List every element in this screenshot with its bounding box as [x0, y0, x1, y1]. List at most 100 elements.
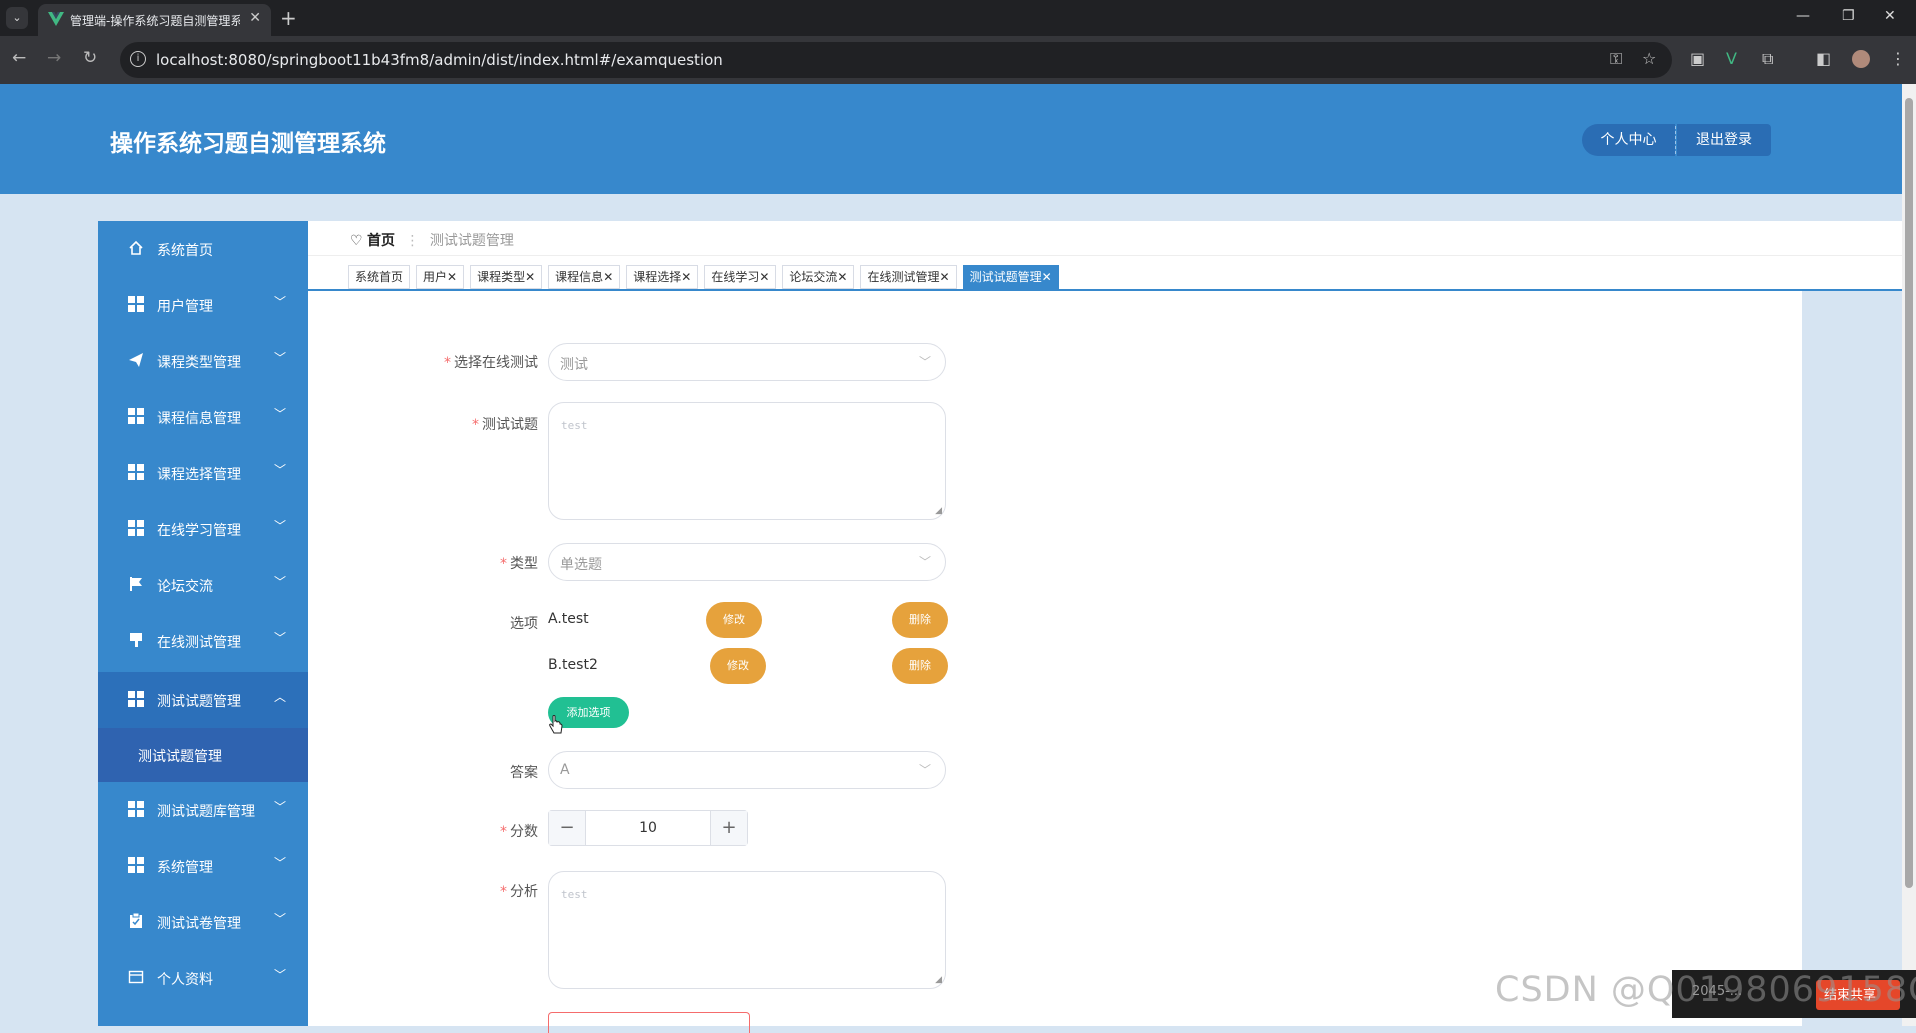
sidebar-item-forum[interactable]: 论坛交流 ﹀ — [98, 557, 308, 613]
tag-forum[interactable]: 论坛交流✕ — [782, 265, 855, 289]
tag-course-selection[interactable]: 课程选择✕ — [626, 265, 699, 289]
question-label: * 测试试题 — [472, 417, 538, 433]
sidebar-subitem-exam-questions[interactable]: 测试试题管理 — [98, 728, 308, 782]
tab-search-button[interactable]: ⌄ — [6, 7, 28, 29]
sidebar-item-users[interactable]: 用户管理 ﹀ — [98, 277, 308, 333]
tag-course-info[interactable]: 课程信息✕ — [548, 265, 621, 289]
tag-close-icon[interactable]: ✕ — [759, 270, 769, 284]
grid-icon — [128, 520, 144, 536]
sidebar-item-online-test[interactable]: 在线测试管理 ﹀ — [98, 613, 308, 669]
chevron-down-icon: ﹀ — [918, 763, 931, 777]
sidebar-item-course-selection[interactable]: 课程选择管理 ﹀ — [98, 445, 308, 501]
tag-home[interactable]: 系统首页 — [348, 265, 411, 289]
forward-icon[interactable]: → — [47, 48, 61, 68]
logout-button[interactable]: 退出登录 — [1677, 124, 1771, 156]
personal-center-button[interactable]: 个人中心 — [1582, 124, 1675, 156]
tag-online-test[interactable]: 在线测试管理✕ — [860, 265, 957, 289]
tag-close-icon[interactable]: ✕ — [1042, 270, 1052, 284]
tag-close-icon[interactable]: ✕ — [447, 270, 457, 284]
tag-label: 测试试题管理 — [969, 270, 1042, 284]
tag-exam-questions[interactable]: 测试试题管理✕ — [962, 265, 1059, 289]
answer-select[interactable]: A ﹀ — [548, 751, 946, 789]
side-panel-icon[interactable]: ◧ — [1816, 49, 1831, 68]
chevron-down-icon: ﹀ — [274, 800, 287, 814]
tag-label: 在线学习 — [711, 270, 760, 284]
url-text: localhost:8080/springboot11b43fm8/admin/… — [156, 51, 723, 69]
chevron-down-icon: ﹀ — [274, 856, 287, 870]
exam-select[interactable]: 测试 ﹀ — [548, 343, 946, 381]
puzzle-icon[interactable]: ⧉ — [1762, 49, 1773, 69]
menu-dots-icon[interactable]: ⋮ — [1890, 49, 1906, 68]
sidebar-item-system[interactable]: 系统管理 ﹀ — [98, 838, 308, 894]
tag-online-learning[interactable]: 在线学习✕ — [704, 265, 777, 289]
tag-users[interactable]: 用户✕ — [416, 265, 465, 289]
answer-label: 答案 — [510, 765, 538, 781]
type-select[interactable]: 单选题 ﹀ — [548, 543, 946, 581]
vue-devtools-icon[interactable]: V — [1726, 49, 1737, 68]
new-tab-icon[interactable]: + — [280, 6, 297, 30]
back-icon[interactable]: ← — [12, 48, 26, 68]
question-textarea[interactable]: test ◢ — [548, 402, 946, 520]
sidebar-item-profile[interactable]: 个人资料 ﹀ — [98, 950, 308, 1006]
paper-plane-icon — [129, 353, 143, 367]
profile-avatar[interactable] — [1852, 50, 1870, 68]
increment-button[interactable]: + — [710, 811, 747, 845]
restore-icon[interactable]: ❐ — [1842, 8, 1855, 24]
sidebar-item-label: 课程信息管理 — [157, 411, 241, 427]
scrollbar-thumb[interactable] — [1905, 98, 1913, 888]
chevron-down-icon: ﹀ — [274, 463, 287, 477]
sidebar-item-exam-questions[interactable]: 测试试题管理 ︿ — [98, 672, 308, 728]
sidebar-item-label: 在线测试管理 — [157, 635, 241, 651]
option-delete-button[interactable]: 删除 — [892, 648, 948, 684]
sidebar-item-label: 系统首页 — [157, 243, 213, 259]
grid-icon — [128, 464, 144, 480]
tags-underline — [308, 289, 1902, 291]
sidebar-item-exam-papers[interactable]: 测试试卷管理 ﹀ — [98, 894, 308, 950]
tag-close-icon[interactable]: ✕ — [940, 270, 950, 284]
tab-close-icon[interactable]: ✕ — [249, 10, 261, 26]
tag-close-icon[interactable]: ✕ — [603, 270, 613, 284]
next-field-partial[interactable] — [548, 1012, 750, 1033]
score-value[interactable]: 10 — [585, 820, 711, 836]
site-info-icon[interactable]: i — [130, 51, 146, 67]
analysis-text: test — [561, 888, 588, 901]
tags-view: 系统首页 用户✕ 课程类型✕ 课程信息✕ 课程选择✕ 在线学习✕ 论坛交流✕ 在… — [348, 265, 1065, 289]
sidebar-item-course-types[interactable]: 课程类型管理 ﹀ — [98, 333, 308, 389]
home-icon — [129, 240, 143, 255]
option-edit-button[interactable]: 修改 — [710, 648, 766, 684]
option-delete-button[interactable]: 删除 — [892, 602, 948, 638]
extension-icon[interactable]: ▣ — [1690, 49, 1705, 68]
tag-label: 课程类型 — [477, 270, 526, 284]
tag-close-icon[interactable]: ✕ — [681, 270, 691, 284]
tag-close-icon[interactable]: ✕ — [525, 270, 535, 284]
type-label: * 类型 — [500, 556, 538, 572]
tag-label: 论坛交流 — [789, 270, 838, 284]
decrement-button[interactable]: − — [549, 811, 586, 845]
minimize-icon[interactable]: — — [1796, 8, 1810, 24]
tag-close-icon[interactable]: ✕ — [837, 270, 847, 284]
grid-icon — [128, 408, 144, 424]
reload-icon[interactable]: ↻ — [83, 48, 97, 68]
bookmark-star-icon[interactable]: ☆ — [1642, 49, 1656, 68]
exam-label: * 选择在线测试 — [444, 355, 538, 371]
resize-grip-icon[interactable]: ◢ — [935, 975, 942, 985]
grid-icon — [128, 857, 144, 873]
option-edit-button[interactable]: 修改 — [706, 602, 762, 638]
sidebar-item-course-info[interactable]: 课程信息管理 ﹀ — [98, 389, 308, 445]
sidebar-item-online-learning[interactable]: 在线学习管理 ﹀ — [98, 501, 308, 557]
window-close-icon[interactable]: ✕ — [1884, 8, 1896, 24]
breadcrumb-separator: ⋮ — [405, 233, 420, 249]
sidebar-item-question-bank[interactable]: 测试试题库管理 ﹀ — [98, 782, 308, 838]
tag-course-types[interactable]: 课程类型✕ — [470, 265, 543, 289]
analysis-textarea[interactable]: test ◢ — [548, 871, 946, 989]
password-key-icon[interactable]: ⚿ — [1610, 49, 1622, 69]
resize-grip-icon[interactable]: ◢ — [935, 506, 942, 516]
sidebar-item-label: 测试试卷管理 — [157, 916, 241, 932]
sidebar-item-label: 测试试题库管理 — [157, 804, 255, 820]
sidebar-item-home[interactable]: 系统首页 — [98, 221, 308, 277]
breadcrumb-home[interactable]: 首页 — [367, 233, 395, 249]
option-text: A.test — [548, 611, 589, 627]
hand-cursor-icon — [549, 715, 563, 734]
browser-tab[interactable]: 管理端-操作系统习题自测管理系统 ✕ — [38, 4, 271, 36]
address-bar[interactable]: i localhost:8080/springboot11b43fm8/admi… — [120, 42, 1672, 78]
